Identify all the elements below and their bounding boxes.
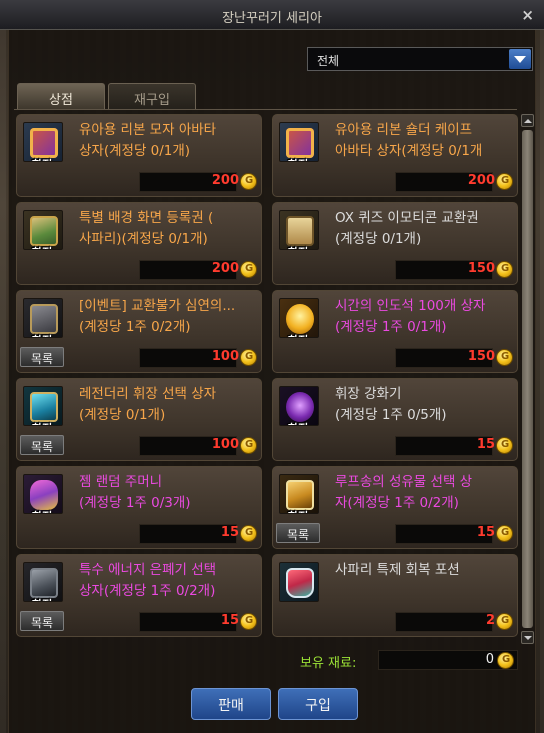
item-name: [이벤트] 교환불가 심연의... (계정당 1주 0/2개)	[79, 298, 236, 335]
limited-badge: 한정	[32, 156, 52, 161]
close-icon[interactable]: ×	[521, 6, 534, 24]
coin-icon	[240, 349, 257, 366]
item-price: 150	[467, 349, 495, 364]
sell-button[interactable]: 판매	[191, 688, 271, 720]
coin-icon	[240, 613, 257, 630]
wallpaper-ticket-icon: 한정	[23, 210, 63, 250]
item-price: 200	[211, 261, 239, 276]
material-value: 0	[485, 652, 494, 667]
tab-rebuy[interactable]: 재구입	[108, 83, 196, 110]
emoticon-ticket-icon: 한정	[279, 210, 319, 250]
ribbon-hat-box-icon: 한정	[23, 122, 63, 162]
limited-badge: 한정	[288, 420, 308, 425]
item-card[interactable]: 한정 특별 배경 화면 등록권 ( 사파리)(계정당 0/1개) 200	[16, 202, 262, 285]
item-name: 유아용 리본 숄더 케이프 아바타 상자(계정당 0/1개	[335, 122, 483, 159]
ribbon-cape-box-icon: 한정	[279, 122, 319, 162]
item-name: 시간의 인도석 100개 상자 (계정당 1주 0/1개)	[335, 298, 486, 335]
item-card[interactable]: 한정 유아용 리본 모자 아바타 상자(계정당 0/1개) 200	[16, 114, 262, 197]
item-name: 루프송의 성유물 선택 상 자(계정당 1주 0/2개)	[335, 474, 473, 511]
limited-badge: 한정	[32, 596, 52, 601]
item-price: 15	[476, 437, 495, 452]
limited-badge: 한정	[288, 156, 308, 161]
limited-badge: 한정	[32, 244, 52, 249]
coin-icon	[240, 437, 257, 454]
window-title: 장난꾸러기 세리아	[222, 11, 322, 26]
buy-button[interactable]: 구입	[278, 688, 358, 720]
limited-badge: 한정	[32, 332, 52, 337]
gem-pouch-icon: 한정	[23, 474, 63, 514]
item-name: OX 퀴즈 이모티콘 교환권 (계정당 0/1개)	[335, 210, 479, 247]
coin-icon	[240, 525, 257, 542]
scroll-down-icon[interactable]	[521, 631, 534, 644]
title-bar[interactable]: 장난꾸러기 세리아 ×	[0, 0, 544, 30]
limited-badge: 한정	[288, 332, 308, 337]
scrollbar[interactable]	[521, 114, 534, 644]
list-button[interactable]: 목록	[20, 435, 64, 455]
category-dropdown[interactable]: 전체	[307, 47, 533, 71]
limited-badge: 한정	[32, 508, 52, 513]
item-card[interactable]: 한정 휘장 강화기 (계정당 1주 0/5개) 15	[272, 378, 518, 461]
item-price: 15	[220, 613, 239, 628]
relic-select-box-icon: 한정	[279, 474, 319, 514]
abyss-chest-icon: 한정	[23, 298, 63, 338]
item-price: 200	[211, 173, 239, 188]
item-card[interactable]: 한정 유아용 리본 숄더 케이프 아바타 상자(계정당 0/1개 200	[272, 114, 518, 197]
tab-divider	[14, 109, 517, 110]
item-price: 100	[211, 437, 239, 452]
recovery-potion-icon	[279, 562, 319, 602]
item-card[interactable]: 한정 [이벤트] 교환불가 심연의... (계정당 1주 0/2개) 목록 10…	[16, 290, 262, 373]
limited-badge: 한정	[288, 244, 308, 249]
energy-concealer-box-icon: 한정	[23, 562, 63, 602]
coin-icon	[496, 613, 513, 630]
item-name: 젬 랜덤 주머니 (계정당 1주 0/3개)	[79, 474, 191, 511]
tab-shop[interactable]: 상점	[17, 83, 105, 110]
scroll-up-icon[interactable]	[521, 114, 534, 127]
coin-icon	[496, 525, 513, 542]
limited-badge: 한정	[288, 508, 308, 513]
material-label: 보유 재료:	[300, 656, 357, 671]
item-name: 특수 에너지 은폐기 선택 상자(계정당 1주 0/2개)	[79, 562, 217, 599]
item-card[interactable]: 한정 루프송의 성유물 선택 상 자(계정당 1주 0/2개) 목록 15	[272, 466, 518, 549]
item-name: 사파리 특제 회복 포션	[335, 562, 460, 578]
item-card[interactable]: 한정 특수 에너지 은폐기 선택 상자(계정당 1주 0/2개) 목록 15	[16, 554, 262, 637]
scroll-thumb[interactable]	[522, 130, 533, 628]
chevron-down-icon[interactable]	[509, 49, 531, 69]
item-price: 100	[211, 349, 239, 364]
coin-icon	[496, 173, 513, 190]
item-price: 15	[220, 525, 239, 540]
list-button[interactable]: 목록	[20, 611, 64, 631]
item-card[interactable]: 한정 시간의 인도석 100개 상자 (계정당 1주 0/1개) 150	[272, 290, 518, 373]
item-name: 특별 배경 화면 등록권 ( 사파리)(계정당 0/1개)	[79, 210, 214, 247]
price-box	[395, 612, 493, 632]
limited-badge: 한정	[32, 420, 52, 425]
item-name: 레전더리 휘장 선택 상자 (계정당 0/1개)	[79, 386, 217, 423]
item-price: 2	[485, 613, 495, 628]
coin-icon	[496, 437, 513, 454]
item-card[interactable]: 한정 젬 랜덤 주머니 (계정당 1주 0/3개) 15	[16, 466, 262, 549]
item-card[interactable]: 사파리 특제 회복 포션 2	[272, 554, 518, 637]
category-dropdown-value: 전체	[317, 54, 340, 68]
coin-icon	[496, 261, 513, 278]
emblem-enhancer-icon: 한정	[279, 386, 319, 426]
item-price: 15	[476, 525, 495, 540]
coin-icon	[240, 173, 257, 190]
coin-icon	[496, 349, 513, 366]
list-button[interactable]: 목록	[20, 347, 64, 367]
item-card[interactable]: 한정 레전더리 휘장 선택 상자 (계정당 0/1개) 목록 100	[16, 378, 262, 461]
list-button[interactable]: 목록	[276, 523, 320, 543]
time-stone-box-icon: 한정	[279, 298, 319, 338]
item-name: 유아용 리본 모자 아바타 상자(계정당 0/1개)	[79, 122, 217, 159]
item-price: 150	[467, 261, 495, 276]
item-price: 200	[467, 173, 495, 188]
coin-icon	[240, 261, 257, 278]
legendary-emblem-box-icon: 한정	[23, 386, 63, 426]
coin-icon	[497, 652, 514, 669]
item-card[interactable]: 한정 OX 퀴즈 이모티콘 교환권 (계정당 0/1개) 150	[272, 202, 518, 285]
item-name: 휘장 강화기 (계정당 1주 0/5개)	[335, 386, 447, 423]
